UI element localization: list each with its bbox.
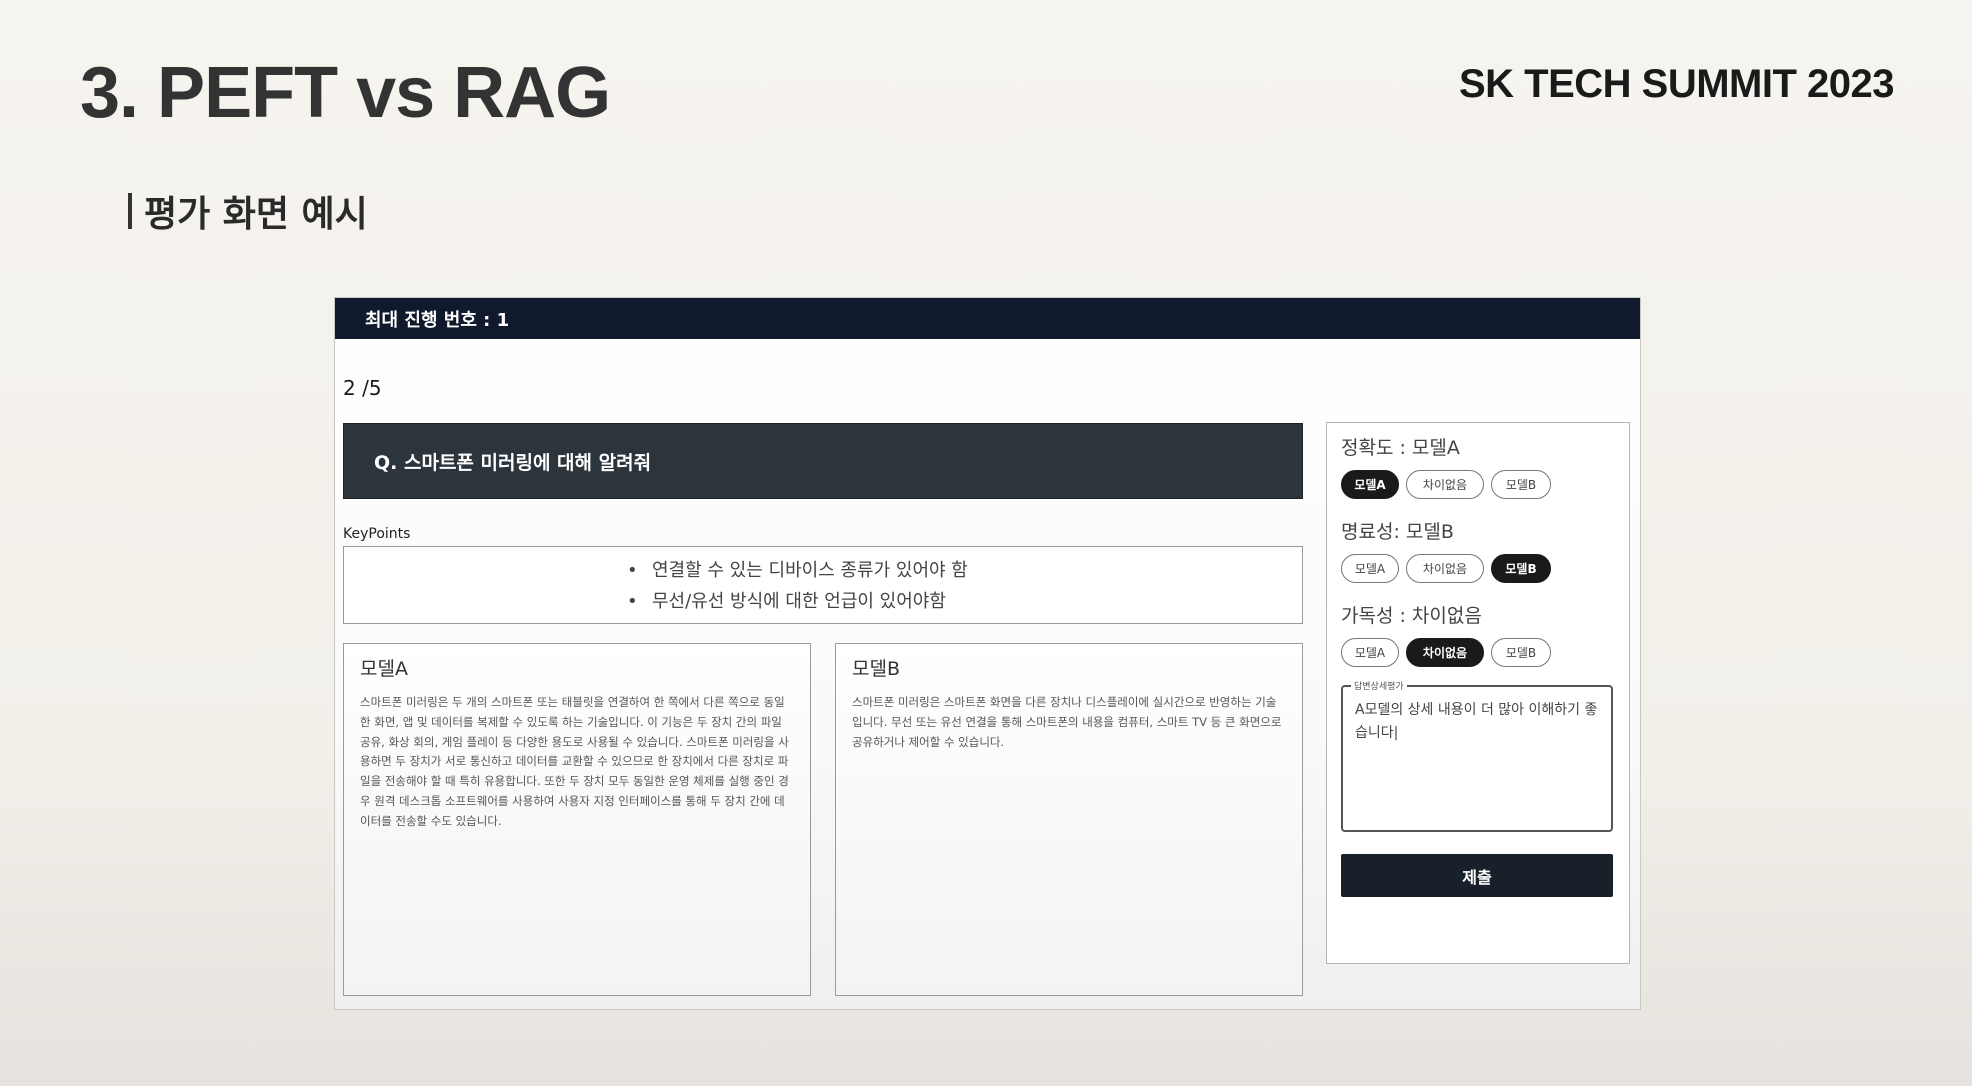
accuracy-options: 모델A 차이없음 모델B: [1341, 470, 1615, 499]
progress-counter: 2 /5: [343, 376, 382, 400]
subtitle-bar: [128, 193, 132, 229]
submit-button[interactable]: 제출: [1341, 854, 1613, 897]
detail-feedback-legend: 답변상세평가: [1351, 679, 1407, 692]
accuracy-label: 정확도 : 모델A: [1341, 437, 1460, 459]
question-banner: Q. 스마트폰 미러링에 대해 알려줘: [343, 423, 1303, 499]
detail-feedback-field[interactable]: 답변상세평가 A모델의 상세 내용이 더 많아 이해하기 좋습니다|: [1341, 679, 1613, 832]
model-b-card: 모델B 스마트폰 미러링은 스마트폰 화면을 다른 장치나 디스플레이에 실시간…: [835, 643, 1303, 996]
keypoints-label: KeyPoints: [343, 526, 411, 542]
model-a-answer: 스마트폰 미러링은 두 개의 스마트폰 또는 태블릿을 연결하여 한 쪽에서 다…: [360, 695, 789, 828]
clarity-option-model-a[interactable]: 모델A: [1341, 554, 1399, 583]
readability-label: 가독성 : 차이없음: [1341, 605, 1482, 627]
model-a-name: 모델A: [360, 658, 408, 680]
keypoints-box: 연결할 수 있는 디바이스 종류가 있어야 함 무선/유선 방식에 대한 언급이…: [343, 546, 1303, 624]
accuracy-option-model-a[interactable]: 모델A: [1341, 470, 1399, 499]
evaluation-panel: 정확도 : 모델A 모델A 차이없음 모델B 명료성: 모델B 모델A 차이없음…: [1326, 422, 1630, 964]
readability-option-model-a[interactable]: 모델A: [1341, 638, 1399, 667]
readability-options: 모델A 차이없음 모델B: [1341, 638, 1615, 667]
max-progress-label: 최대 진행 번호 : 1: [365, 309, 510, 331]
question-text: Q. 스마트폰 미러링에 대해 알려줘: [374, 451, 652, 474]
keypoint-item: 연결할 수 있는 디바이스 종류가 있어야 함: [627, 555, 1302, 586]
model-b-answer: 스마트폰 미러링은 스마트폰 화면을 다른 장치나 디스플레이에 실시간으로 반…: [852, 695, 1282, 749]
top-bar: 최대 진행 번호 : 1: [335, 298, 1640, 339]
model-a-card: 모델A 스마트폰 미러링은 두 개의 스마트폰 또는 태블릿을 연결하여 한 쪽…: [343, 643, 811, 996]
clarity-option-model-b[interactable]: 모델B: [1491, 554, 1551, 583]
slide-title: 3. PEFT vs RAG: [80, 53, 611, 133]
clarity-option-no-diff[interactable]: 차이없음: [1406, 554, 1484, 583]
keypoint-item: 무선/유선 방식에 대한 언급이 있어야함: [627, 586, 1302, 617]
model-b-name: 모델B: [852, 658, 900, 680]
clarity-label: 명료성: 모델B: [1341, 521, 1454, 543]
readability-option-model-b[interactable]: 모델B: [1491, 638, 1551, 667]
clarity-options: 모델A 차이없음 모델B: [1341, 554, 1615, 583]
readability-option-no-diff[interactable]: 차이없음: [1406, 638, 1484, 667]
accuracy-option-no-diff[interactable]: 차이없음: [1406, 470, 1484, 499]
slide-subtitle: 평가 화면 예시: [128, 185, 368, 237]
evaluation-app: 최대 진행 번호 : 1 2 /5 Q. 스마트폰 미러링에 대해 알려줘 Ke…: [334, 297, 1641, 1010]
accuracy-option-model-b[interactable]: 모델B: [1491, 470, 1551, 499]
subtitle-text: 평가 화면 예시: [144, 194, 368, 235]
detail-feedback-text[interactable]: A모델의 상세 내용이 더 많아 이해하기 좋습니다|: [1355, 699, 1599, 745]
brand-logo: SK TECH SUMMIT 2023: [1458, 62, 1895, 106]
